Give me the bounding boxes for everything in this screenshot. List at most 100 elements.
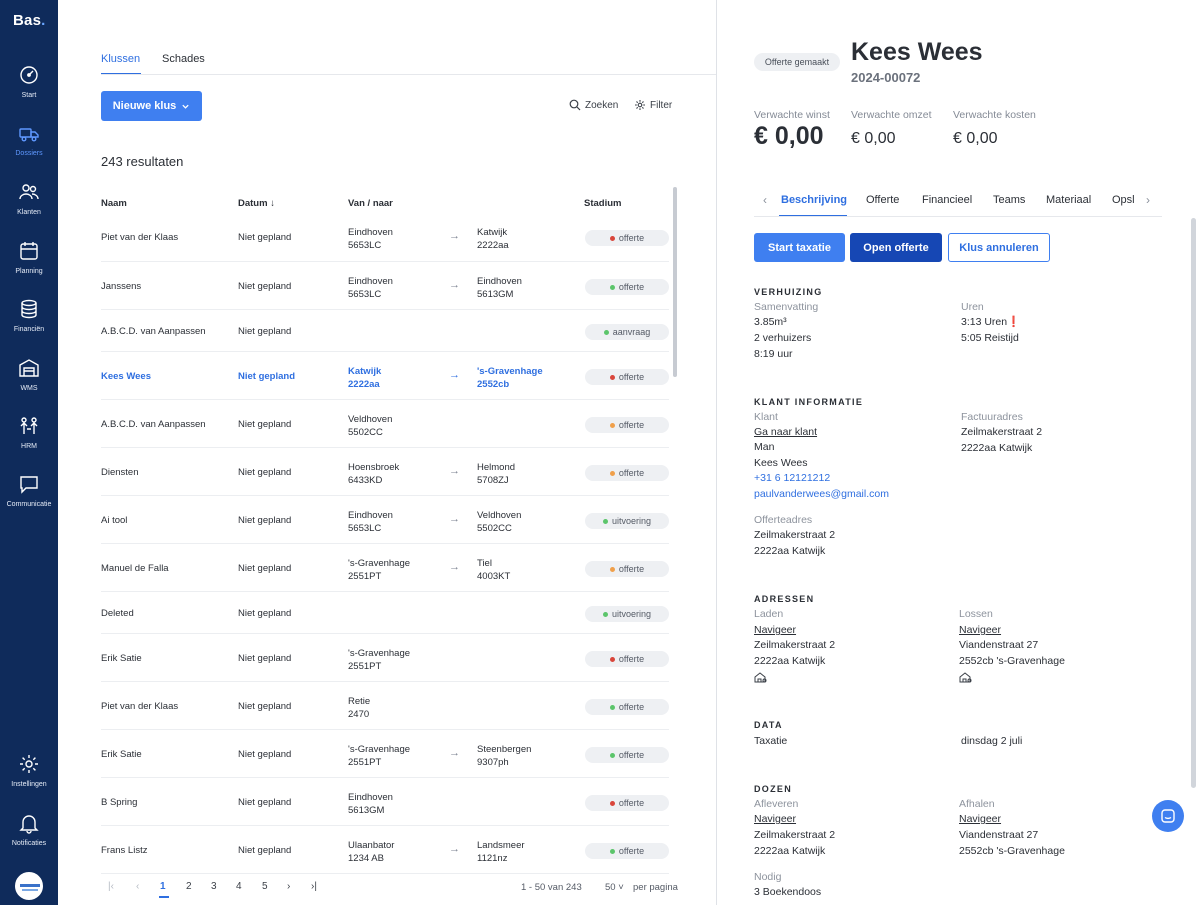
tab-teams[interactable]: Teams <box>993 194 1025 206</box>
row-name: Manuel de Falla <box>101 563 169 574</box>
house-icon[interactable] <box>754 672 767 683</box>
go-to-customer-link[interactable]: Ga naar klant <box>754 424 817 440</box>
page-title: Kees Wees <box>851 38 983 66</box>
row-from: Katwijk 2222aa <box>348 366 381 390</box>
page-1-button[interactable]: 1 <box>160 881 166 892</box>
navigate-afleveren-link[interactable]: Navigeer <box>754 811 796 827</box>
page-2-button[interactable]: 2 <box>186 881 192 892</box>
tab-materiaal[interactable]: Materiaal <box>1046 194 1091 206</box>
address-line: Eindhoven <box>348 276 393 287</box>
cancel-job-button[interactable]: Klus annuleren <box>948 233 1050 262</box>
first-page-button[interactable]: |‹ <box>108 881 114 892</box>
table-row[interactable]: Deleted Niet gepland uitvoering <box>101 593 669 634</box>
house-icon[interactable] <box>959 672 972 683</box>
per-page-value: 50 <box>605 882 616 893</box>
address-line: Hoensbroek <box>348 462 400 473</box>
summary-movers: 2 verhuizers <box>754 332 812 344</box>
last-page-button[interactable]: ›| <box>311 881 317 892</box>
app-logo[interactable]: Bas. <box>13 12 46 29</box>
per-page-select[interactable]: 50 ˅ <box>605 882 624 893</box>
list-scrollbar[interactable] <box>673 187 677 377</box>
detail-scrollbar[interactable] <box>1191 218 1196 788</box>
new-job-button[interactable]: Nieuwe klus <box>101 91 202 121</box>
sidebar-item-dossiers[interactable]: Dossiers <box>0 122 58 158</box>
row-to: Steenbergen 9307ph <box>477 744 531 768</box>
tab-klussen[interactable]: Klussen <box>101 53 140 65</box>
address-postcode: 5502CC <box>477 523 512 534</box>
chat-icon <box>20 476 38 494</box>
sidebar-item-wms[interactable]: WMS <box>0 357 58 393</box>
start-taxatie-button[interactable]: Start taxatie <box>754 233 845 262</box>
page-4-button[interactable]: 4 <box>236 881 242 892</box>
customer-email-link[interactable]: paulvanderwees@gmail.com <box>754 486 889 502</box>
row-from: Hoensbroek 6433KD <box>348 462 399 486</box>
prev-page-button[interactable]: ‹ <box>136 881 139 892</box>
table-row[interactable]: B Spring Niet gepland Eindhoven 5613GM offer… <box>101 779 669 826</box>
sidebar-item-notificaties[interactable]: Notificaties <box>0 812 58 848</box>
filter-button[interactable]: Filter <box>634 99 672 111</box>
row-name: Erik Satie <box>101 653 142 664</box>
status-badge: offerte <box>585 465 669 481</box>
search-button[interactable]: Zoeken <box>569 99 618 111</box>
table-row[interactable]: A.B.C.D. van Aanpassen Niet gepland Veldho… <box>101 401 669 448</box>
new-job-label: Nieuwe klus <box>112 100 177 112</box>
table-row[interactable]: Piet van der Klaas Niet gepland Retie 2470 o… <box>101 683 669 730</box>
truck-icon <box>19 128 39 142</box>
table-row[interactable]: Erik Satie Niet gepland 's-Gravenhage 2551P… <box>101 731 669 778</box>
row-name: A.B.C.D. van Aanpassen <box>101 326 206 337</box>
table-row[interactable]: Frans Listz Niet gepland Ulaanbator 1234 AB… <box>101 827 669 874</box>
sidebar-item-start[interactable]: Start <box>0 64 58 100</box>
next-page-button[interactable]: › <box>287 881 290 892</box>
tab-schades[interactable]: Schades <box>162 53 205 65</box>
column-header-van-naar[interactable]: Van / naar <box>348 198 393 209</box>
table-row[interactable]: Diensten Niet gepland Hoensbroek 6433KD → Hel… <box>101 449 669 496</box>
sidebar-item-klanten[interactable]: Klanten <box>0 181 58 217</box>
sidebar-item-financien[interactable]: Financiën <box>0 298 58 334</box>
tabs-scroll-right[interactable]: › <box>1146 193 1150 207</box>
table-row[interactable]: Janssens Niet gepland Eindhoven 5653LC → Eind… <box>101 263 669 310</box>
table-row[interactable]: Piet van der Klaas Niet gepland Eindhoven 5… <box>101 213 669 262</box>
status-badge: uitvoering <box>585 606 669 622</box>
page-3-button[interactable]: 3 <box>211 881 217 892</box>
status-label: uitvoering <box>611 609 652 619</box>
column-header-datum[interactable]: Datum ↓ <box>238 198 275 209</box>
table-row[interactable]: Erik Satie Niet gepland 's-Gravenhage 2551P… <box>101 635 669 682</box>
arrow-right-icon: → <box>449 465 460 477</box>
table-row[interactable]: Ai tool Niet gepland Eindhoven 5653LC → Veldh… <box>101 497 669 544</box>
tab-financieel[interactable]: Financieel <box>922 194 972 206</box>
column-header-naam[interactable]: Naam <box>101 198 127 209</box>
avatar[interactable] <box>15 872 43 900</box>
status-dot <box>609 422 615 428</box>
navigate-laden-link[interactable]: Navigeer <box>754 622 796 638</box>
arrow-right-icon: → <box>449 843 460 855</box>
open-offerte-button[interactable]: Open offerte <box>850 233 942 262</box>
customer-phone-link[interactable]: +31 6 12121212 <box>754 470 830 486</box>
support-chat-button[interactable] <box>1152 800 1184 832</box>
tabs-scroll-left[interactable]: ‹ <box>763 193 767 207</box>
search-label: Zoeken <box>585 99 619 111</box>
table-row[interactable]: A.B.C.D. van Aanpassen Niet gepland aanvra… <box>101 311 669 352</box>
navigate-afhalen-link[interactable]: Navigeer <box>959 811 1001 827</box>
table-row[interactable]: Manuel de Falla Niet gepland 's-Gravenhage… <box>101 545 669 592</box>
tab-opslag[interactable]: Opsl <box>1112 194 1139 206</box>
sidebar-item-instellingen[interactable]: Instellingen <box>0 753 58 789</box>
page-5-button[interactable]: 5 <box>262 881 268 892</box>
tab-offerte[interactable]: Offerte <box>866 194 899 206</box>
section-title-verhuizing: VERHUIZING <box>754 287 823 297</box>
table-row[interactable]: Kees Wees Niet gepland Katwijk 2222aa → 's-Gr… <box>101 353 669 400</box>
row-date: Niet gepland <box>238 419 292 430</box>
status-badge: offerte <box>585 230 669 246</box>
row-to: Tiel 4003KT <box>477 558 510 582</box>
status-badge: offerte <box>585 417 669 433</box>
sidebar-item-planning[interactable]: Planning <box>0 240 58 276</box>
row-name: Deleted <box>101 608 134 619</box>
tab-beschrijving[interactable]: Beschrijving <box>781 194 847 206</box>
quote-street: Zeilmakerstraat 2 <box>754 529 836 541</box>
address-postcode: 5653LC <box>348 523 382 534</box>
status-dot <box>609 848 615 854</box>
sidebar-item-communicatie[interactable]: Communicatie <box>0 473 58 509</box>
sidebar-item-hrm[interactable]: HRM <box>0 415 58 451</box>
field-label: Klant <box>754 411 778 423</box>
navigate-lossen-link[interactable]: Navigeer <box>959 622 1001 638</box>
column-header-stadium[interactable]: Stadium <box>584 198 621 209</box>
